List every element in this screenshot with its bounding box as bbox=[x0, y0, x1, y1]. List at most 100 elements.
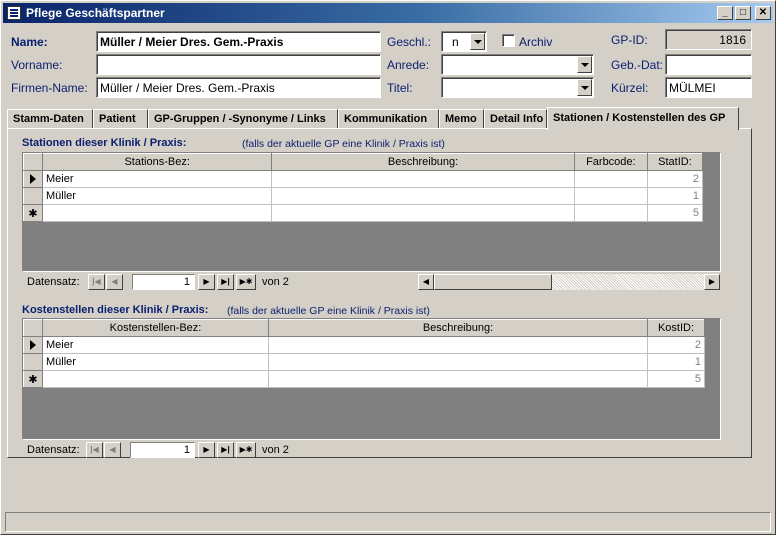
tab-detail-info[interactable]: Detail Info bbox=[484, 109, 547, 129]
anrede-combo[interactable] bbox=[441, 54, 594, 75]
cell-bez[interactable]: Meier bbox=[42, 170, 273, 188]
table-row[interactable]: Meier 2 bbox=[22, 170, 704, 188]
cell-farbcode[interactable] bbox=[574, 187, 648, 205]
kosten-title: Kostenstellen dieser Klinik / Praxis: bbox=[22, 304, 209, 316]
cell-beschreibung[interactable] bbox=[271, 170, 575, 188]
record-count: von 2 bbox=[262, 444, 289, 456]
row-selector[interactable] bbox=[22, 170, 44, 188]
col-statid[interactable]: StatID: bbox=[646, 153, 704, 171]
col-farbcode[interactable]: Farbcode: bbox=[573, 153, 648, 171]
cell-bez[interactable] bbox=[42, 204, 273, 222]
kosten-grid: Kostenstellen-Bez: Beschreibung: KostID:… bbox=[22, 318, 721, 440]
cell-id: 5 bbox=[647, 204, 704, 222]
tab-stamm-daten[interactable]: Stamm-Daten bbox=[7, 109, 93, 129]
prev-record-button[interactable]: ◀ bbox=[104, 442, 121, 458]
stations-note: (falls der aktuelle GP eine Klinik / Pra… bbox=[242, 138, 445, 150]
tab-kommunikation[interactable]: Kommunikation bbox=[338, 109, 439, 129]
cell-beschreibung[interactable] bbox=[268, 353, 648, 371]
gpid-label: GP-ID: bbox=[611, 33, 648, 47]
title-bar[interactable]: Pflege Geschäftspartner _ □ ✕ bbox=[3, 3, 773, 23]
new-record-button[interactable]: ▶✱ bbox=[236, 274, 256, 290]
name-field[interactable]: Müller / Meier Dres. Gem.-Praxis bbox=[96, 31, 381, 52]
cell-bez[interactable]: Meier bbox=[42, 336, 269, 354]
table-row[interactable]: ✱ 5 bbox=[23, 370, 705, 388]
chevron-down-icon[interactable] bbox=[577, 79, 592, 96]
tab-gp-gruppen[interactable]: GP-Gruppen / -Synonyme / Links bbox=[148, 109, 338, 129]
cell-beschreibung[interactable] bbox=[268, 336, 648, 354]
next-record-button[interactable]: ▶ bbox=[198, 442, 215, 458]
col-beschreibung[interactable]: Beschreibung: bbox=[268, 319, 648, 337]
cell-beschreibung[interactable] bbox=[271, 187, 575, 205]
row-selector[interactable] bbox=[22, 187, 44, 205]
horizontal-scrollbar[interactable]: ◀ ▶ bbox=[418, 274, 720, 290]
tab-patient[interactable]: Patient bbox=[93, 109, 148, 129]
titel-combo[interactable] bbox=[441, 77, 594, 98]
col-kostenstellen-bez[interactable]: Kostenstellen-Bez: bbox=[42, 319, 269, 337]
cell-id: 2 bbox=[647, 336, 705, 354]
scroll-right-icon[interactable]: ▶ bbox=[704, 274, 720, 290]
kosten-note: (falls der aktuelle GP eine Klinik / Pra… bbox=[227, 305, 430, 317]
form-icon bbox=[7, 6, 21, 20]
new-record-icon[interactable]: ✱ bbox=[22, 204, 44, 222]
stations-title: Stationen dieser Klinik / Praxis: bbox=[22, 137, 187, 149]
cell-bez[interactable] bbox=[42, 370, 269, 388]
last-record-button[interactable]: ▶| bbox=[217, 274, 234, 290]
cell-id: 1 bbox=[647, 187, 704, 205]
kuerzel-field[interactable]: MÜLMEI bbox=[665, 77, 752, 98]
row-selector[interactable] bbox=[23, 336, 43, 354]
new-record-icon[interactable]: ✱ bbox=[23, 370, 43, 388]
status-bar bbox=[5, 512, 771, 532]
col-beschreibung[interactable]: Beschreibung: bbox=[271, 153, 575, 171]
header-selector[interactable] bbox=[23, 319, 43, 337]
geschl-combo[interactable]: n bbox=[441, 31, 487, 52]
vorname-field[interactable] bbox=[96, 54, 381, 75]
cell-beschreibung[interactable] bbox=[268, 370, 648, 388]
first-record-button[interactable]: |◀ bbox=[86, 442, 103, 458]
last-record-button[interactable]: ▶| bbox=[217, 442, 234, 458]
table-row[interactable]: Müller 1 bbox=[22, 187, 704, 205]
minimize-button[interactable]: _ bbox=[717, 6, 733, 20]
cell-beschreibung[interactable] bbox=[271, 204, 575, 222]
header-selector[interactable] bbox=[22, 153, 44, 171]
record-number-field[interactable]: 1 bbox=[132, 274, 195, 290]
kuerzel-label: Kürzel: bbox=[611, 81, 649, 95]
firmenname-field[interactable]: Müller / Meier Dres. Gem.-Praxis bbox=[96, 77, 381, 98]
cell-farbcode[interactable] bbox=[574, 170, 648, 188]
tab-memo[interactable]: Memo bbox=[439, 109, 484, 129]
gpid-field: 1816 bbox=[665, 29, 752, 50]
name-label: Name: bbox=[11, 35, 48, 49]
scroll-left-icon[interactable]: ◀ bbox=[418, 274, 434, 290]
anrede-label: Anrede: bbox=[387, 58, 430, 72]
close-button[interactable]: ✕ bbox=[755, 6, 771, 20]
cell-bez[interactable]: Müller bbox=[42, 187, 273, 205]
scroll-thumb[interactable] bbox=[434, 274, 552, 290]
archiv-checkbox[interactable] bbox=[502, 34, 515, 47]
window-title: Pflege Geschäftspartner bbox=[26, 6, 165, 20]
geschl-label: Geschl.: bbox=[387, 35, 432, 49]
table-row[interactable]: Müller 1 bbox=[23, 353, 705, 371]
tab-stationen-kostenstellen[interactable]: Stationen / Kostenstellen des GP bbox=[547, 107, 739, 130]
col-kostid[interactable]: KostID: bbox=[647, 319, 705, 337]
cell-id: 2 bbox=[647, 170, 704, 188]
chevron-down-icon[interactable] bbox=[470, 33, 485, 50]
first-record-button[interactable]: |◀ bbox=[88, 274, 105, 290]
new-record-button[interactable]: ▶✱ bbox=[236, 442, 256, 458]
current-record-icon bbox=[30, 340, 36, 351]
col-stations-bez[interactable]: Stations-Bez: bbox=[42, 153, 273, 171]
prev-record-button[interactable]: ◀ bbox=[106, 274, 123, 290]
record-label: Datensatz: bbox=[27, 444, 80, 456]
row-selector[interactable] bbox=[23, 353, 43, 371]
chevron-down-icon[interactable] bbox=[577, 56, 592, 73]
cell-bez[interactable]: Müller bbox=[42, 353, 269, 371]
cell-farbcode[interactable] bbox=[574, 204, 648, 222]
current-record-icon bbox=[30, 174, 36, 185]
maximize-button[interactable]: □ bbox=[735, 6, 751, 20]
stations-grid: Stations-Bez: Beschreibung: Farbcode: St… bbox=[22, 152, 721, 272]
main-window: Pflege Geschäftspartner _ □ ✕ Name: Müll… bbox=[0, 0, 776, 535]
stations-record-nav: Datensatz: |◀ ◀ 1 ▶ ▶| ▶✱ von 2 ◀ ▶ bbox=[22, 274, 721, 290]
table-row[interactable]: Meier 2 bbox=[23, 336, 705, 354]
gebdat-field[interactable] bbox=[665, 54, 752, 75]
next-record-button[interactable]: ▶ bbox=[198, 274, 215, 290]
table-row[interactable]: ✱ 5 bbox=[22, 204, 704, 222]
record-number-field[interactable]: 1 bbox=[130, 442, 195, 458]
